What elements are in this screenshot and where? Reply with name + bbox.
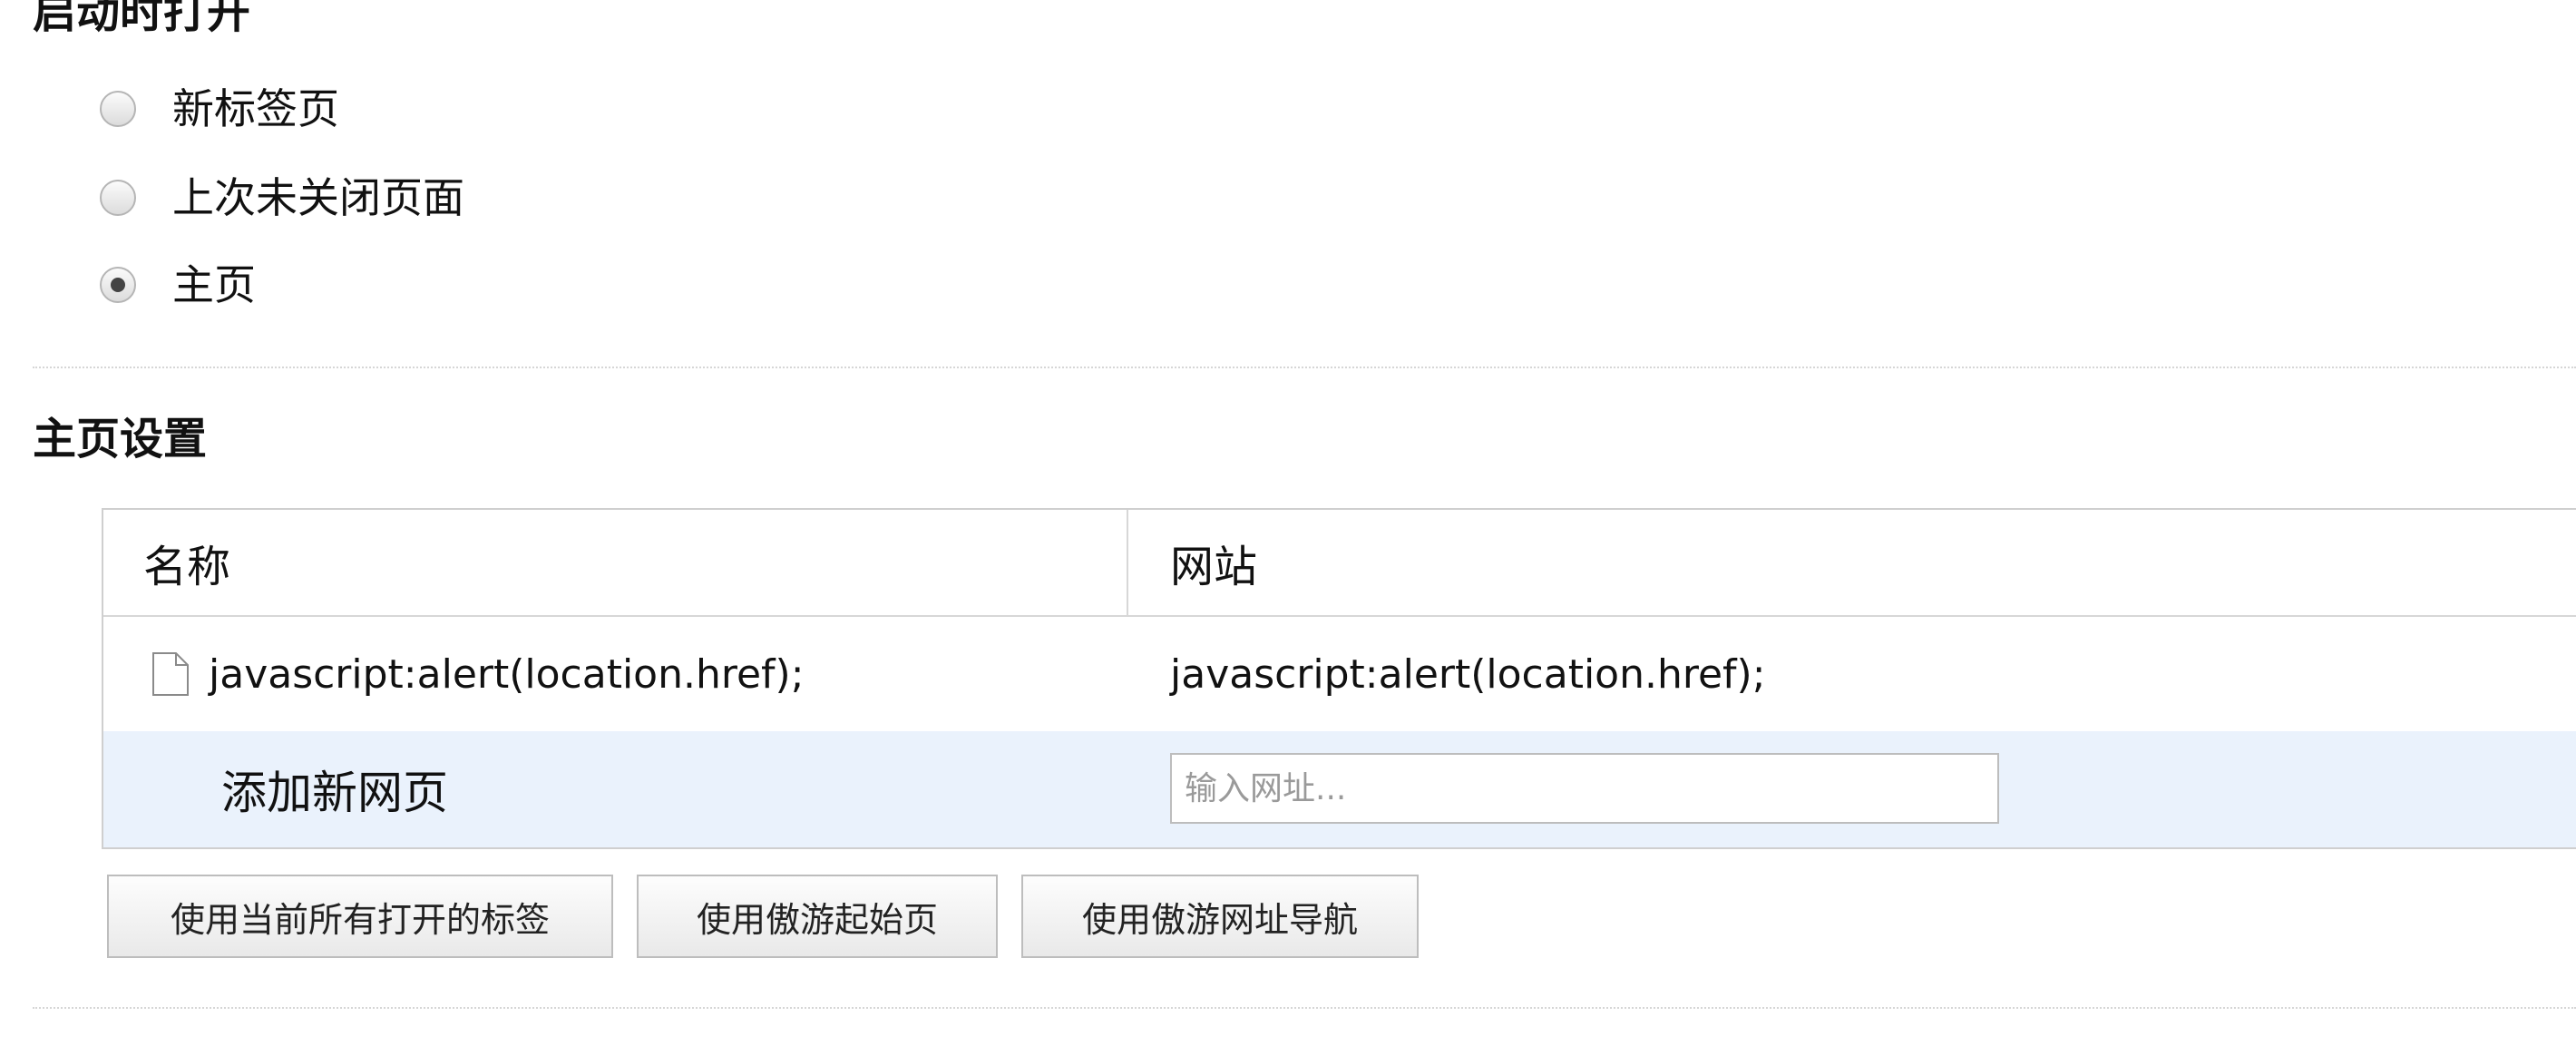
startup-section-title: 启动时打开	[33, 0, 251, 38]
table-row[interactable]: javascript:alert(location.href); javascr…	[103, 617, 2576, 731]
table-header: 名称 网站	[103, 510, 2576, 617]
radio-label-new-tab: 新标签页	[172, 84, 339, 133]
homepage-table: 名称 网站 javascript:alert(location.href); j…	[102, 508, 2576, 849]
use-maxthon-nav-button[interactable]: 使用傲游网址导航	[1021, 875, 1419, 958]
homepage-section-title: 主页设置	[33, 414, 208, 464]
file-icon	[151, 651, 190, 697]
column-header-site: 网站	[1170, 542, 1258, 592]
row-name-cell: javascript:alert(location.href);	[151, 617, 805, 731]
use-open-tabs-button[interactable]: 使用当前所有打开的标签	[107, 875, 613, 958]
add-page-label: 添加新网页	[221, 767, 448, 819]
column-header-name: 名称	[143, 542, 231, 592]
radio-label-homepage: 主页	[172, 260, 256, 309]
radio-button[interactable]	[100, 91, 136, 127]
radio-button[interactable]	[100, 180, 136, 216]
radio-label-restore-session: 上次未关闭页面	[172, 173, 464, 222]
section-divider	[33, 367, 2576, 368]
section-divider	[33, 1007, 2576, 1009]
radio-button-selected[interactable]	[100, 267, 136, 303]
radio-option-new-tab[interactable]: 新标签页	[100, 80, 339, 138]
radio-option-restore-session[interactable]: 上次未关闭页面	[100, 169, 464, 227]
url-input[interactable]	[1170, 753, 1999, 824]
column-separator	[1127, 510, 1128, 615]
row-site-cell: javascript:alert(location.href);	[1170, 650, 1766, 698]
settings-page: 启动时打开 新标签页 上次未关闭页面 主页 主页设置 名称 网站 javascr…	[0, 0, 2576, 1056]
row-name-text: javascript:alert(location.href);	[209, 650, 805, 698]
add-page-row: 添加新网页	[103, 731, 2576, 847]
use-maxthon-start-page-button[interactable]: 使用傲游起始页	[637, 875, 998, 958]
radio-option-homepage[interactable]: 主页	[100, 256, 256, 314]
